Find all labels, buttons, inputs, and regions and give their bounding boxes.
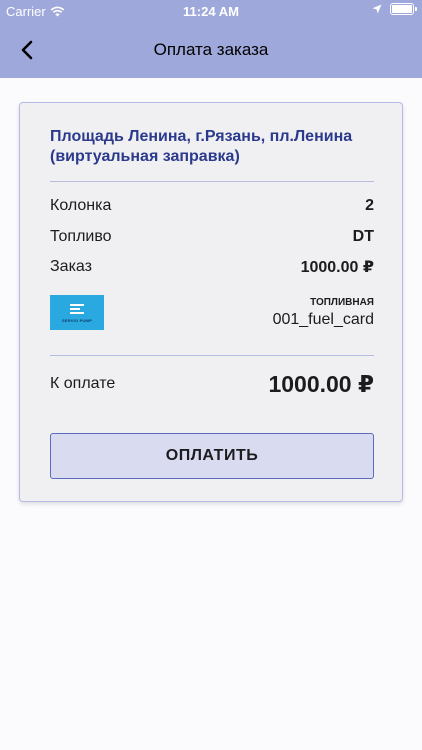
- order-card: Площадь Ленина, г.Рязань, пл.Ленина (вир…: [19, 102, 403, 502]
- pump-row: Колонка 2: [50, 195, 374, 217]
- card-logo: SERVIO PUMP: [50, 295, 104, 330]
- total-label: К оплате: [50, 375, 116, 392]
- payment-card[interactable]: SERVIO PUMP ТОПЛИВНАЯ 001_fuel_card: [50, 295, 374, 331]
- pump-label: Колонка: [50, 197, 112, 214]
- pump-value: 2: [365, 197, 374, 214]
- battery-icon: [390, 3, 417, 15]
- servio-logo-icon: [70, 302, 84, 316]
- order-row: Заказ 1000.00 ₽: [50, 256, 374, 278]
- status-right: [372, 3, 417, 15]
- card-number: 001_fuel_card: [272, 311, 374, 328]
- total-value: 1000.00 ₽: [268, 370, 374, 397]
- location-arrow-icon: [372, 4, 382, 14]
- status-time: 11:24 AM: [183, 4, 239, 19]
- station-name: Площадь Ленина, г.Рязань, пл.Ленина (вир…: [50, 128, 353, 165]
- fuel-row: Топливо DT: [50, 226, 374, 248]
- divider: [50, 181, 374, 182]
- pay-button[interactable]: ОПЛАТИТЬ: [50, 433, 374, 479]
- order-label: Заказ: [50, 258, 92, 275]
- card-logo-text: SERVIO PUMP: [62, 318, 92, 323]
- card-type: ТОПЛИВНАЯ: [310, 297, 374, 308]
- total-row: К оплате 1000.00 ₽: [50, 369, 374, 399]
- divider: [50, 355, 374, 356]
- fuel-value: DT: [352, 228, 374, 245]
- fuel-label: Топливо: [50, 228, 112, 245]
- nav-bar: Оплата заказа: [0, 22, 422, 78]
- page-title: Оплата заказа: [153, 40, 269, 59]
- header: Carrier 11:24 AM Оплата заказа: [0, 0, 422, 78]
- status-bar: Carrier 11:24 AM: [0, 0, 422, 22]
- order-value: 1000.00 ₽: [300, 259, 374, 276]
